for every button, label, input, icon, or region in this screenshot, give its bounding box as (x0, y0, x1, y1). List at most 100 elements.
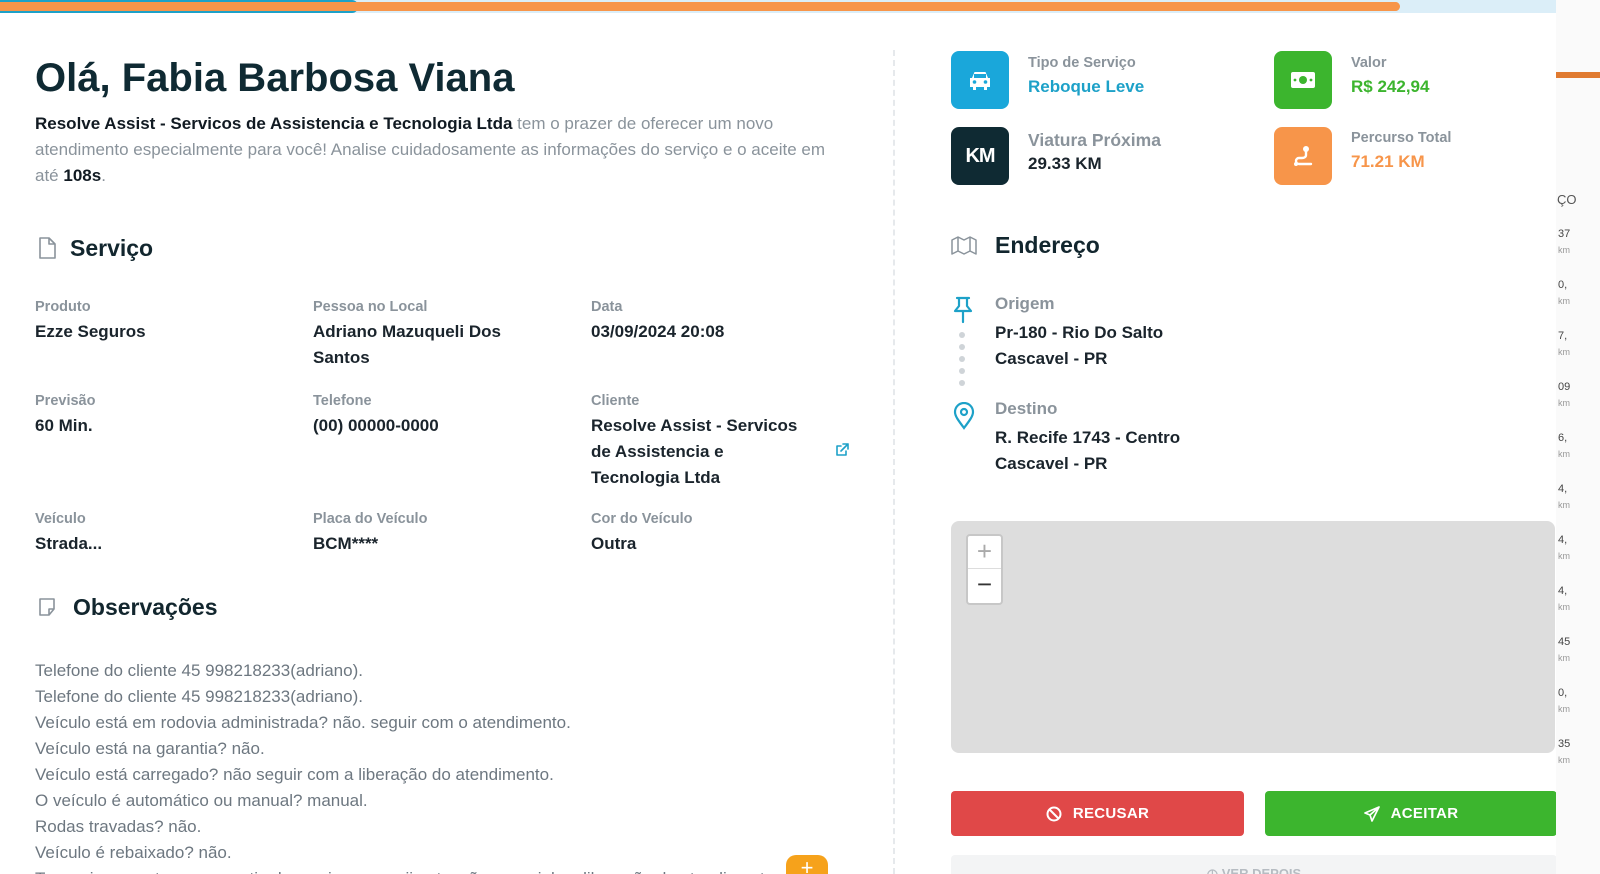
background-app-accent-bar (1556, 72, 1600, 78)
observation-line: Veículo é rebaixado? não. (35, 843, 232, 862)
destination-line-2: Cascavel - PR (995, 454, 1108, 473)
field-vehicle: Veículo Strada... (35, 510, 295, 557)
stat-label: Tipo de Serviço (1028, 55, 1136, 71)
field-label: Data (591, 299, 623, 315)
address-section-header: Endereço (951, 230, 1100, 260)
money-icon (1274, 51, 1332, 109)
note-icon (35, 594, 59, 620)
service-section-header: Serviço (35, 233, 153, 263)
field-label: Pessoa no Local (313, 299, 428, 315)
offer-details: Olá, Fabia Barbosa Viana Resolve Assist … (35, 50, 845, 189)
observations-section-header: Observações (35, 592, 217, 622)
field-label: Cliente (591, 393, 640, 409)
stat-value: 71.21 KM (1351, 152, 1425, 171)
field-value: (00) 00000-0000 (313, 416, 439, 435)
field-client: Cliente Resolve Assist - Servicos de Ass… (591, 392, 821, 491)
background-app-unit: km (1558, 551, 1570, 561)
route-icon (1274, 127, 1332, 185)
origin-line-1: Pr-180 - Rio Do Salto (995, 323, 1164, 342)
background-app-value: 37 (1558, 228, 1571, 240)
greeting-heading: Olá, Fabia Barbosa Viana (35, 50, 845, 106)
external-link-icon[interactable] (835, 443, 849, 457)
origin-line-2: Cascavel - PR (995, 349, 1108, 368)
countdown-timer: 108s (63, 166, 102, 185)
background-app-value: 09 (1558, 381, 1571, 393)
field-label: Veículo (35, 511, 86, 527)
stat-route-total: Percurso Total 71.21 KM (1274, 127, 1451, 185)
field-person-on-site: Pessoa no Local Adriano Mazuqueli Dos Sa… (313, 298, 573, 371)
refuse-button[interactable]: RECUSAR (951, 791, 1244, 836)
field-value: Ezze Seguros (35, 322, 146, 341)
origin-address: Origem Pr-180 - Rio Do Salto Cascavel - … (995, 293, 1163, 372)
service-offer-modal: Olá, Fabia Barbosa Viana Resolve Assist … (0, 0, 1556, 874)
accept-label: ACEITAR (1390, 805, 1459, 822)
background-app-value: 4, (1558, 534, 1568, 546)
field-value: BCM**** (313, 534, 379, 553)
background-app-unit: km (1558, 449, 1570, 459)
background-app-unit: km (1558, 602, 1570, 612)
intro-end: . (101, 166, 106, 185)
stat-value: 29.33 KM (1028, 154, 1102, 173)
clock-icon: ◷ (1206, 866, 1222, 874)
field-label: Placa do Veículo (313, 511, 428, 527)
field-date: Data 03/09/2024 20:08 (591, 298, 851, 345)
field-value: Resolve Assist - Servicos de Assistencia… (591, 416, 798, 487)
background-app-unit: km (1558, 296, 1570, 306)
route-map[interactable] (951, 521, 1555, 753)
stat-value: Reboque Leve (1028, 77, 1145, 96)
stat-label: Percurso Total (1351, 130, 1452, 146)
destination-line-1: R. Recife 1743 - Centro (995, 428, 1181, 447)
background-app-value: 6, (1558, 432, 1568, 444)
field-phone: Telefone (00) 00000-0000 (313, 392, 573, 439)
stat-service-type: Tipo de Serviço Reboque Leve (951, 51, 1144, 109)
background-app-value: 4, (1558, 483, 1568, 495)
field-value: Outra (591, 534, 637, 553)
background-app-unit: km (1558, 347, 1570, 357)
add-observation-button[interactable]: + (786, 855, 828, 874)
field-label: Previsão (35, 393, 96, 409)
route-dots (959, 332, 965, 392)
background-app-unit: km (1558, 704, 1570, 714)
location-marker-icon (953, 401, 975, 435)
zoom-in-button[interactable]: + (968, 536, 1001, 569)
address-section-title: Endereço (995, 231, 1100, 258)
field-vehicle-color: Cor do Veículo Outra (591, 510, 851, 557)
service-section-title: Serviço (70, 234, 154, 261)
km-icon: KM (951, 127, 1009, 185)
field-value: Strada... (35, 534, 103, 553)
field-label: Telefone (313, 393, 372, 409)
send-icon (1363, 805, 1380, 822)
observation-line: Tem acionamentos na garantia do serviço … (35, 866, 775, 874)
car-icon (951, 51, 1009, 109)
zoom-out-button[interactable]: − (968, 569, 1001, 602)
map-zoom-control: + − (966, 534, 1003, 605)
field-value: 03/09/2024 20:08 (591, 322, 725, 341)
field-value: 60 Min. (35, 416, 93, 435)
field-forecast: Previsão 60 Min. (35, 392, 295, 439)
offer-intro: Resolve Assist - Servicos de Assistencia… (35, 111, 845, 189)
ban-icon (1046, 806, 1062, 821)
view-later-button[interactable]: ◷ VER DEPOIS (951, 855, 1556, 874)
background-app-title: ÇO (1557, 192, 1577, 207)
accept-button[interactable]: ACEITAR (1265, 791, 1556, 836)
field-plate: Placa do Veículo BCM**** (313, 510, 573, 557)
document-icon (35, 235, 59, 261)
stat-label: Valor (1351, 55, 1387, 71)
field-product: Produto Ezze Seguros (35, 298, 295, 345)
stat-nearest-vehicle: KM Viatura Próxima 29.33 KM (951, 127, 1161, 185)
observation-line: Telefone do cliente 45 998218233(adriano… (35, 687, 363, 706)
background-app-unit: km (1558, 653, 1570, 663)
destination-address: Destino R. Recife 1743 - Centro Cascavel… (995, 398, 1180, 477)
map-icon (951, 232, 977, 258)
observation-line: Rodas travadas? não. (35, 817, 202, 836)
stat-price: Valor R$ 242,94 (1274, 51, 1429, 109)
company-name: Resolve Assist - Servicos de Assistencia… (35, 114, 513, 133)
refuse-label: RECUSAR (1072, 805, 1150, 822)
field-value: Adriano Mazuqueli Dos Santos (313, 322, 501, 367)
background-app-unit: km (1558, 245, 1570, 255)
background-app-value: 4, (1558, 585, 1568, 597)
pin-icon (951, 296, 975, 329)
observation-line: O veículo é automático ou manual? manual… (35, 791, 368, 810)
field-label: Produto (35, 299, 91, 315)
view-later-label: VER DEPOIS (1221, 866, 1302, 874)
